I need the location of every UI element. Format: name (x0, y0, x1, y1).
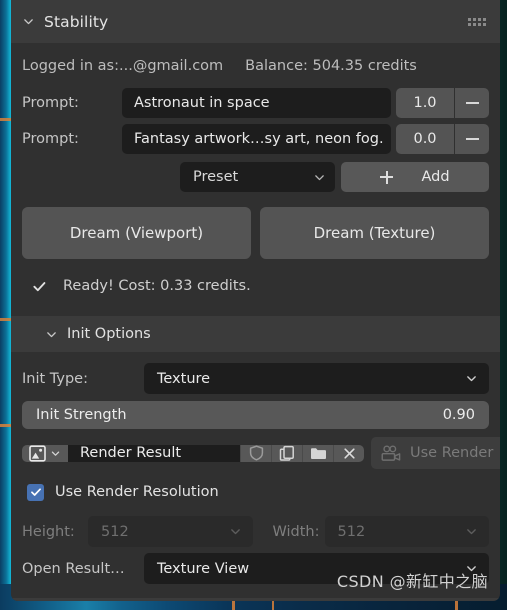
init-strength-label: Init Strength (36, 407, 127, 423)
chevron-down-icon[interactable] (22, 15, 35, 28)
chevron-down-icon (467, 566, 476, 572)
prompt-row: Prompt: Fantasy artwork…sy art, neon fog… (11, 124, 500, 154)
chevron-down-icon (467, 529, 476, 535)
width-dropdown[interactable]: 512 (324, 516, 489, 547)
movie-camera-icon (381, 445, 401, 461)
remove-prompt-button[interactable] (455, 88, 489, 118)
balance-label: Balance: 504.35 credits (245, 57, 417, 74)
status-text: Ready! Cost: 0.33 credits. (63, 278, 251, 294)
height-value: 512 (101, 523, 129, 540)
panel-title: Stability (44, 12, 109, 31)
chevron-down-icon (230, 529, 240, 535)
fake-user-button[interactable] (240, 444, 271, 462)
copy-icon (279, 445, 294, 461)
generation-options-header[interactable]: Generation Options (11, 598, 500, 601)
init-type-row: Init Type: Texture (11, 363, 500, 394)
preset-dropdown[interactable]: Preset (180, 162, 335, 192)
open-result-label: Open Result… (22, 560, 125, 577)
unlink-image-button[interactable] (333, 444, 364, 462)
use-render-resolution-row[interactable]: Use Render Resolution (11, 477, 500, 507)
chevron-down-icon (467, 376, 476, 382)
prompt-input[interactable]: Astronaut in space (122, 88, 391, 118)
dream-texture-button[interactable]: Dream (Texture) (260, 207, 489, 259)
use-render-resolution-checkbox[interactable] (27, 483, 44, 501)
open-result-row: Open Result… Texture View (11, 553, 500, 584)
use-render-resolution-label: Use Render Resolution (55, 484, 219, 500)
add-button-label: Add (421, 169, 450, 185)
init-strength-slider[interactable]: Init Strength 0.90 (22, 401, 489, 429)
chevron-down-icon (315, 174, 324, 180)
init-options-header[interactable]: Init Options (11, 316, 500, 352)
image-datablock-row: Render Result Use Render (11, 437, 500, 469)
backdrop-streak (0, 118, 11, 121)
use-render-button[interactable]: Use Render (371, 437, 500, 469)
image-browse-icon (29, 444, 46, 462)
prompt-input[interactable]: Fantasy artwork…sy art, neon fog. (122, 124, 391, 154)
image-name-field[interactable]: Render Result (68, 444, 240, 462)
prompt-label: Prompt: (22, 95, 79, 111)
close-x-icon (343, 447, 355, 459)
prompt-weight-input[interactable]: 1.0 (396, 88, 454, 118)
init-type-dropdown[interactable]: Texture (144, 363, 489, 394)
preset-add-row: Preset Add (11, 162, 500, 192)
minus-icon (465, 102, 479, 104)
init-strength-row: Init Strength 0.90 (11, 401, 500, 429)
init-type-value: Texture (157, 370, 211, 387)
remove-prompt-button[interactable] (455, 124, 489, 154)
backdrop-streak (0, 318, 11, 321)
backdrop-streak (0, 424, 11, 427)
prompt-row: Prompt: Astronaut in space 1.0 (11, 88, 500, 118)
prompt-weight-group: 1.0 (396, 88, 489, 118)
chevron-down-icon (47, 331, 56, 337)
chevron-down-icon (51, 451, 60, 456)
add-prompt-button[interactable]: Add (341, 162, 489, 192)
plus-icon (380, 170, 394, 184)
width-label: Width: (272, 523, 320, 540)
stability-panel: Stability Logged in as:...@gmail.com Bal… (11, 0, 500, 601)
panel-header[interactable]: Stability (11, 0, 500, 43)
prompt-label: Prompt: (22, 131, 79, 147)
logged-in-label: Logged in as:...@gmail.com (22, 57, 224, 74)
new-image-button[interactable] (271, 444, 302, 462)
open-result-dropdown[interactable]: Texture View (144, 553, 489, 584)
init-type-label: Init Type: (22, 370, 88, 387)
folder-icon (310, 448, 326, 459)
prompt-weight-group: 0.0 (396, 124, 489, 154)
status-row: Ready! Cost: 0.33 credits. (11, 270, 500, 302)
image-browse-button[interactable] (22, 444, 68, 462)
dream-viewport-button[interactable]: Dream (Viewport) (22, 207, 251, 259)
image-datablock: Render Result (22, 444, 364, 462)
checkmark-icon (30, 488, 41, 496)
grip-dots-icon[interactable] (468, 17, 486, 26)
preset-dropdown-label: Preset (193, 169, 239, 185)
init-strength-value: 0.90 (442, 407, 475, 423)
open-image-button[interactable] (302, 444, 333, 462)
dream-buttons-row: Dream (Viewport) Dream (Texture) (11, 207, 500, 259)
init-options-title: Init Options (67, 326, 151, 342)
prompt-weight-input[interactable]: 0.0 (396, 124, 454, 154)
shield-icon (249, 445, 263, 461)
height-label: Height: (22, 523, 75, 540)
dimensions-row: Height: 512 Width: 512 (11, 516, 500, 547)
account-row: Logged in as:...@gmail.com Balance: 504.… (11, 49, 500, 82)
use-render-label: Use Render (410, 445, 494, 461)
minus-icon (465, 138, 479, 140)
checkmark-icon (33, 281, 46, 291)
open-result-value: Texture View (157, 560, 250, 577)
width-value: 512 (337, 523, 366, 540)
height-dropdown[interactable]: 512 (88, 516, 253, 547)
